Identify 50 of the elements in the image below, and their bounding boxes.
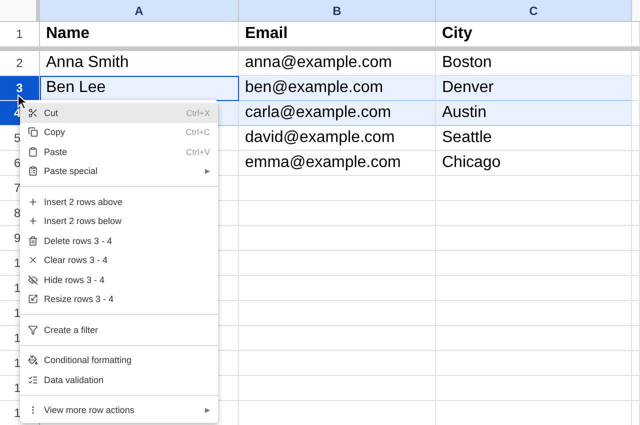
table-cell: Ben Lee [40, 76, 239, 101]
plus-icon [28, 216, 38, 226]
menu-item[interactable]: Cut Ctrl+X [20, 103, 218, 122]
table-cell: Chicago [436, 151, 632, 176]
menu-item[interactable]: Data validation [20, 370, 218, 390]
checklist-icon [28, 374, 38, 385]
scissors-icon [28, 108, 38, 118]
table-cell: Email [239, 22, 436, 47]
close-icon [28, 255, 38, 266]
menu-item[interactable]: Clear rows 3 - 4 [20, 250, 218, 270]
clipboard-icon [28, 146, 38, 157]
row-number[interactable]: 2 [0, 51, 40, 76]
menu-item[interactable]: Insert 2 rows above [20, 192, 218, 212]
eye-off-icon [28, 274, 38, 285]
table-cell: Denver [436, 76, 632, 101]
table-cell: carla@example.com [239, 101, 436, 126]
menu-item[interactable]: Create a filter [20, 320, 218, 340]
table-cell: emma@example.com [239, 151, 436, 176]
column-header[interactable]: C [436, 0, 632, 22]
column-header[interactable]: A [40, 0, 239, 22]
table-cell: Anna Smith [40, 51, 239, 76]
paint-icon [28, 355, 38, 366]
menu-item[interactable]: Hide rows 3 - 4 [20, 270, 218, 290]
menu-item[interactable]: Insert 2 rows below [20, 212, 218, 231]
menu-item[interactable]: Delete rows 3 - 4 [20, 231, 218, 250]
table-cell: Name [40, 22, 239, 47]
corner-cell[interactable] [0, 0, 40, 22]
table-cell: Seattle [436, 126, 632, 151]
clipboard-icon [28, 166, 38, 176]
table-cell: City [436, 22, 632, 47]
menu-item[interactable]: Paste Ctrl+V [20, 142, 218, 162]
column-header[interactable]: B [239, 0, 436, 22]
trash-icon [28, 236, 38, 246]
resize-icon [28, 294, 38, 304]
menu-item[interactable]: View more row actions [20, 400, 218, 420]
plus-icon [28, 196, 38, 207]
table-cell: Austin [436, 101, 632, 126]
row-number[interactable]: 3 [0, 76, 40, 101]
table-cell: anna@example.com [239, 51, 436, 76]
menu-item[interactable]: Paste special [20, 162, 218, 181]
filter-icon [28, 324, 38, 335]
menu-item[interactable]: Resize rows 3 - 4 [20, 290, 218, 309]
table-cell: david@example.com [239, 126, 436, 151]
table-cell: Boston [436, 51, 632, 76]
menu-item[interactable]: Copy Ctrl+C [20, 122, 218, 142]
menu-item[interactable]: Conditional formatting [20, 350, 218, 370]
copy-icon [28, 127, 38, 138]
row-number[interactable]: 1 [0, 22, 40, 47]
table-cell: ben@example.com [239, 76, 436, 101]
column-header[interactable] [632, 0, 640, 22]
